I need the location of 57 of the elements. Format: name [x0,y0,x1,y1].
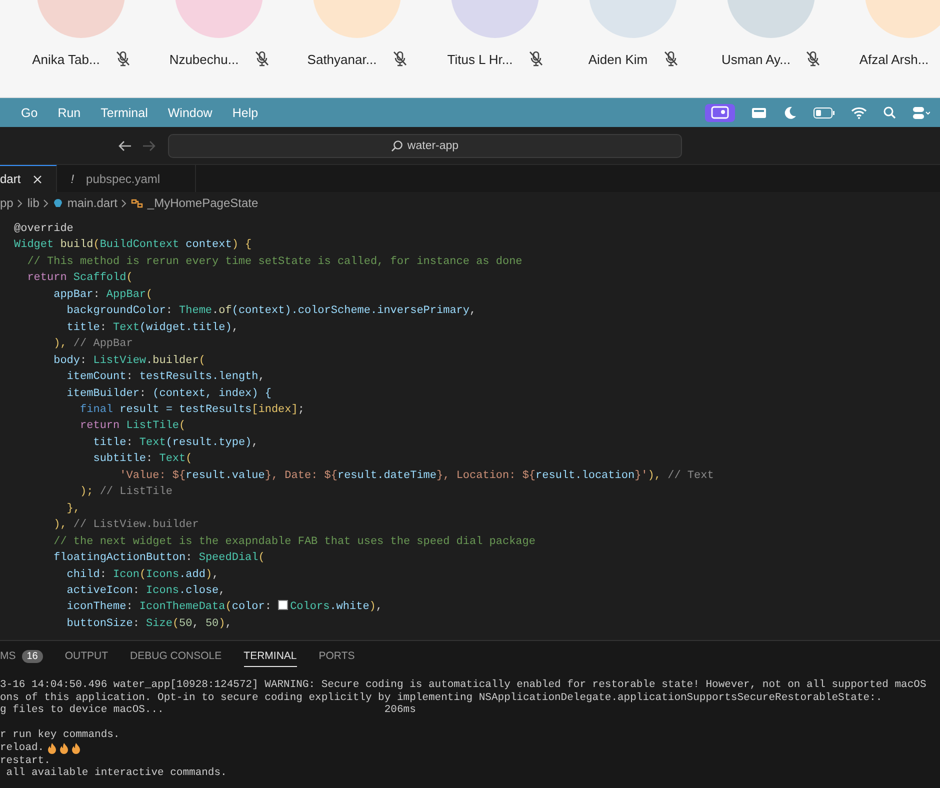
code-line: floatingActionButton: SpeedDial( [52,551,266,566]
participant-name: Sathyanar... [307,52,377,66]
code-line: backgroundColor: Theme.of(context).colorScheme.inversePrimary, [66,304,478,320]
code-line: return Scaffold( [26,271,134,286]
breadcrumb-item[interactable]: lib [27,196,40,210]
code-line: 'Value: ${result.value}, Date: ${result.dateTime}, Location: ${result.location}'), // Text [118,468,715,484]
terminal-line: all available interactive commands. [5,767,227,780]
code-line: title: Text(widget.title), [66,320,240,336]
participant-name: Aiden Kim [588,52,648,66]
menu-item[interactable]: Terminal [100,106,148,120]
code-line: ); // ListTile [79,485,174,500]
panel-tab[interactable]: PORTS [318,646,355,667]
terminal-line: 3-16 14:04:50.496 water_app[10928:124572] WARNING: Secure coding is automatically enabled for restorable state! However, not on all supported macOS [0,679,926,692]
code-line: activeIcon: Icons.close, [66,584,226,599]
participant-name: Nzubechu... [169,52,239,66]
code-line: @override [14,222,74,237]
code-line: return ListTile( [79,419,187,434]
terminal-line: restart. [0,754,50,767]
breadcrumb-item[interactable]: _MyHomePageState [147,196,258,210]
panel-tab[interactable]: TERMINAL [244,646,297,667]
menu-item[interactable]: Help [232,106,258,120]
code-line: final result = testResults[index]; [79,402,306,418]
participant-name: Titus L Hr... [447,52,513,66]
menu-item[interactable]: Window [168,106,212,120]
code-line: itemCount: testResults.length, [66,370,266,386]
code-line: itemBuilder: (context, index) { [66,386,272,402]
breadcrumb-item[interactable]: pp [0,196,14,210]
menu-item[interactable]: Go [21,106,38,120]
code-line: subtitle: Text( [92,452,194,468]
code-line: iconTheme: IconThemeData(color: Colors.white), [66,599,384,616]
editor-tab[interactable]: dart [0,165,57,192]
code-line: body: ListView.builder( [52,354,206,369]
code-line: // the next widget is the exapndable FAB that uses the speed dial package [52,534,536,550]
code-line: Widget build(BuildContext context) { [14,238,253,254]
code-line: // This method is rerun every time setState is called, for instance as done [26,254,524,270]
menu-item[interactable]: Run [58,106,81,120]
code-line: }, [66,502,82,517]
breadcrumb-item[interactable]: main.dart [67,196,118,210]
count-badge: 16 [22,650,43,662]
code-line: child: Icon(Icons.add), [66,568,220,583]
panel-tab[interactable]: DEBUG CONSOLE [130,646,222,667]
panel-tab[interactable]: MS 16 [0,646,43,668]
code-line: ), // AppBar [52,337,134,352]
terminal-line: r run key commands. [0,729,120,742]
code-line: title: Text(result.type), [92,436,260,451]
code-line: ), // ListView.builder [52,518,200,534]
code-line: appBar: AppBar( [52,288,154,303]
code-line: buttonSize: Size(50, 50), [66,616,233,632]
search-field[interactable]: water-app [168,134,682,158]
terminal-line: reload. [0,742,44,755]
participant-name: Anika Tab... [32,52,100,66]
panel-tab[interactable]: OUTPUT [64,646,108,667]
terminal-line: g files to device macOS... 206ms [0,704,416,717]
participant-name: Afzal Arsh... [859,52,929,66]
editor-tab[interactable]: ! pubspec.yaml [56,165,196,192]
participant-name: Usman Ay... [722,52,790,66]
terminal-line: ons of this application. Opt-in to secure coding explicitly by implementing NSApplicationDelegate.applicationSupportsSecureRestorableState:. [0,692,882,704]
